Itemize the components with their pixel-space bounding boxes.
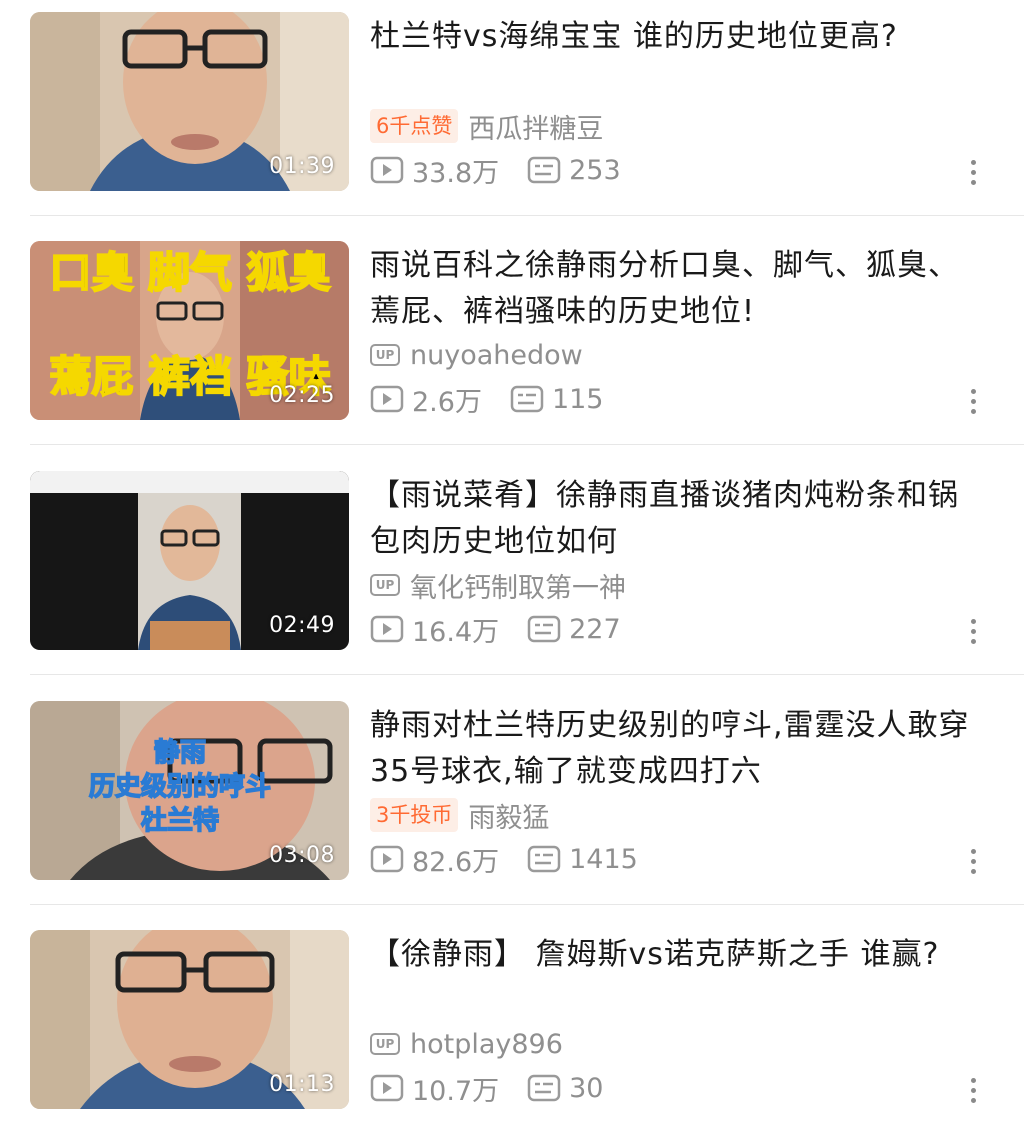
video-stats: 82.6万 1415 (370, 839, 666, 879)
author-name[interactable]: 雨毅猛 (468, 796, 549, 835)
play-count-icon (370, 385, 404, 413)
more-dot-icon (970, 169, 976, 175)
card-divider (30, 215, 1024, 216)
comment-count-value: 30 (569, 1072, 604, 1104)
up-icon: UP (370, 1033, 400, 1055)
play-count-icon (370, 156, 404, 184)
view-count: 10.7万 (370, 1069, 499, 1108)
card-divider (30, 444, 1024, 445)
video-duration: 02:25 (269, 383, 335, 408)
danmaku-icon (510, 385, 544, 413)
video-thumbnail[interactable]: 口臭 脚气 狐臭 蔫屁 裤裆 骚味 02:25 (30, 241, 349, 420)
comment-count: 227 (527, 614, 621, 645)
play-count-icon (370, 615, 404, 643)
author-name[interactable]: nuyoahedow (410, 340, 583, 371)
comment-count: 115 (510, 384, 604, 415)
comment-count-value: 227 (569, 613, 621, 645)
view-count: 82.6万 (370, 840, 499, 879)
video-card[interactable]: 01:13 【徐静雨】 詹姆斯vs诺克萨斯之手 谁赢? UP hotplay89… (0, 918, 1024, 1147)
video-title[interactable]: 雨说百科之徐静雨分析口臭、脚气、狐臭、蔫屁、裤裆骚味的历史地位! (370, 243, 985, 335)
coins-badge: 3千投币 (370, 798, 459, 832)
danmaku-icon (527, 156, 561, 184)
view-count-value: 33.8万 (412, 157, 500, 189)
thumbnail-caption-line3: 杜兰特 (141, 805, 219, 836)
video-stats: 33.8万 253 (370, 150, 649, 190)
likes-badge: 6千点赞 (370, 109, 459, 143)
card-divider (30, 904, 1024, 905)
view-count: 16.4万 (370, 610, 499, 649)
up-icon: UP (370, 574, 400, 596)
more-dot-icon (970, 868, 976, 874)
video-thumbnail[interactable]: 静雨 历史级别的哼斗 杜兰特 03:08 (30, 701, 349, 880)
more-dot-icon (970, 618, 976, 624)
video-thumbnail[interactable]: 01:39 (30, 12, 349, 191)
video-stats: 16.4万 227 (370, 609, 649, 649)
play-count-icon (370, 845, 404, 873)
comment-count-value: 253 (569, 154, 621, 186)
thumbnail-caption-top: 口臭 脚气 狐臭 (49, 248, 330, 297)
author-name[interactable]: 氧化钙制取第一神 (410, 566, 626, 605)
comment-count: 1415 (527, 844, 638, 875)
more-options-button[interactable] (955, 1070, 991, 1110)
video-stats: 2.6万 115 (370, 379, 632, 419)
comment-count: 30 (527, 1073, 603, 1104)
more-dot-icon (970, 1077, 976, 1083)
video-thumbnail[interactable]: 02:49 (30, 471, 349, 650)
more-options-button[interactable] (955, 611, 991, 651)
video-feed: 01:39 杜兰特vs海绵宝宝 谁的历史地位更高? 6千点赞 西瓜拌糖豆 33.… (0, 0, 1024, 1120)
more-dot-icon (970, 179, 976, 185)
view-count-value: 16.4万 (412, 616, 500, 648)
video-duration: 02:49 (269, 613, 335, 638)
video-meta: 6千点赞 西瓜拌糖豆 (370, 107, 603, 145)
comment-count: 253 (527, 155, 621, 186)
more-dot-icon (970, 159, 976, 165)
video-meta: UP hotplay896 (370, 1025, 563, 1063)
thumbnail-caption-line2: 历史级别的哼斗 (89, 771, 271, 802)
more-options-button[interactable] (955, 381, 991, 421)
more-dot-icon (970, 408, 976, 414)
video-meta: UP nuyoahedow (370, 336, 583, 374)
more-dot-icon (970, 628, 976, 634)
video-title[interactable]: 【雨说菜肴】徐静雨直播谈猪肉炖粉条和锅包肉历史地位如何 (370, 473, 985, 565)
view-count: 33.8万 (370, 151, 499, 190)
thumbnail-caption-line1: 静雨 (154, 737, 206, 768)
video-card[interactable]: 口臭 脚气 狐臭 蔫屁 裤裆 骚味 02:25 雨说百科之徐静雨分析口臭、脚气、… (0, 229, 1024, 458)
video-card[interactable]: 01:39 杜兰特vs海绵宝宝 谁的历史地位更高? 6千点赞 西瓜拌糖豆 33.… (0, 0, 1024, 229)
danmaku-icon (527, 615, 561, 643)
more-dot-icon (970, 848, 976, 854)
view-count-value: 10.7万 (412, 1075, 500, 1107)
video-duration: 01:13 (269, 1072, 335, 1097)
author-name[interactable]: 西瓜拌糖豆 (468, 107, 603, 146)
more-dot-icon (970, 638, 976, 644)
video-duration: 01:39 (269, 154, 335, 179)
video-meta: UP 氧化钙制取第一神 (370, 566, 626, 604)
view-count: 2.6万 (370, 380, 482, 419)
more-dot-icon (970, 1087, 976, 1093)
view-count-value: 2.6万 (412, 386, 482, 418)
more-dot-icon (970, 1097, 976, 1103)
video-thumbnail[interactable]: 01:13 (30, 930, 349, 1109)
video-title[interactable]: 静雨对杜兰特历史级别的哼斗,雷霆没人敢穿35号球衣,输了就变成四打六 (370, 703, 985, 795)
more-dot-icon (970, 388, 976, 394)
more-options-button[interactable] (955, 152, 991, 192)
card-divider (30, 674, 1024, 675)
video-title[interactable]: 杜兰特vs海绵宝宝 谁的历史地位更高? (370, 14, 985, 60)
more-options-button[interactable] (955, 841, 991, 881)
danmaku-icon (527, 845, 561, 873)
video-stats: 10.7万 30 (370, 1068, 631, 1108)
video-card[interactable]: 02:49 【雨说菜肴】徐静雨直播谈猪肉炖粉条和锅包肉历史地位如何 UP 氧化钙… (0, 459, 1024, 688)
video-card[interactable]: 静雨 历史级别的哼斗 杜兰特 03:08 静雨对杜兰特历史级别的哼斗,雷霆没人敢… (0, 689, 1024, 918)
danmaku-icon (527, 1074, 561, 1102)
play-count-icon (370, 1074, 404, 1102)
author-name[interactable]: hotplay896 (410, 1029, 563, 1060)
video-meta: 3千投币 雨毅猛 (370, 796, 549, 834)
video-title[interactable]: 【徐静雨】 詹姆斯vs诺克萨斯之手 谁赢? (370, 932, 985, 978)
up-icon: UP (370, 344, 400, 366)
comment-count-value: 115 (551, 383, 604, 415)
more-dot-icon (970, 398, 976, 404)
comment-count-value: 1415 (569, 843, 638, 875)
more-dot-icon (970, 858, 976, 864)
video-duration: 03:08 (269, 843, 335, 868)
view-count-value: 82.6万 (412, 846, 500, 878)
